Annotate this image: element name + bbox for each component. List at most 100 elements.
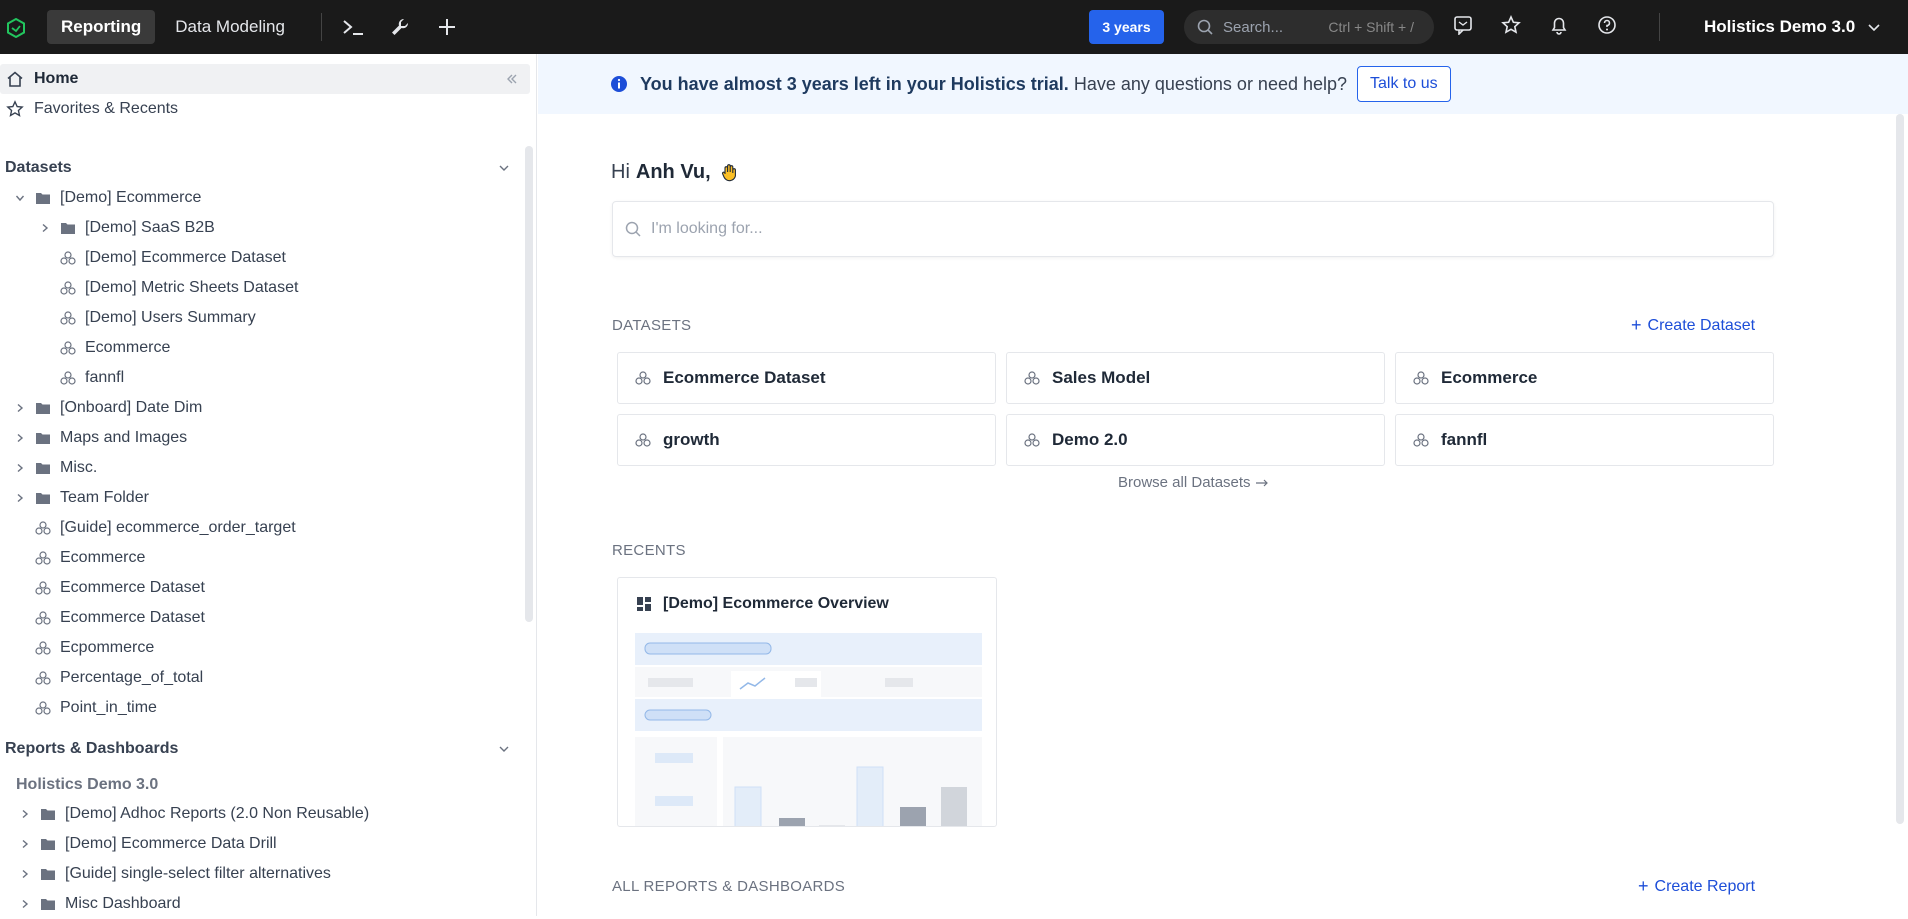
tree-item[interactable]: Misc Dashboard bbox=[18, 889, 181, 919]
caret-right-icon[interactable] bbox=[13, 403, 27, 413]
tree-item-label: [Guide] ecommerce_order_target bbox=[60, 519, 296, 536]
sidebar-item-label: Home bbox=[34, 70, 79, 87]
tree-item-label: Ecpommerce bbox=[60, 639, 155, 656]
search-icon bbox=[625, 221, 641, 237]
tree-item-label: Misc. bbox=[60, 459, 98, 476]
home-search-input[interactable] bbox=[612, 201, 1774, 257]
chevron-down-icon[interactable] bbox=[498, 162, 510, 174]
dataset-icon bbox=[60, 311, 76, 325]
tab-data-modeling[interactable]: Data Modeling bbox=[161, 10, 299, 44]
dataset-icon bbox=[35, 671, 51, 685]
datasets-section-title: DATASETS bbox=[612, 317, 692, 334]
sidebar: Home Favorites & Recents Datasets [Demo]… bbox=[0, 54, 537, 916]
tree-item[interactable]: Ecommerce Dataset bbox=[13, 573, 205, 603]
tab-reporting[interactable]: Reporting bbox=[47, 10, 156, 44]
home-search-field[interactable] bbox=[651, 220, 1651, 238]
star-icon[interactable] bbox=[1500, 14, 1522, 36]
caret-right-icon[interactable] bbox=[18, 809, 32, 819]
talk-to-us-button[interactable]: Talk to us bbox=[1357, 66, 1451, 102]
tree-item[interactable]: Ecommerce Dataset bbox=[13, 603, 205, 633]
caret-right-icon[interactable] bbox=[13, 493, 27, 503]
tree-item[interactable]: Maps and Images bbox=[13, 423, 187, 453]
tree-item[interactable]: Percentage_of_total bbox=[13, 663, 203, 693]
tree-item-label: Point_in_time bbox=[60, 699, 157, 716]
holistics-logo-icon[interactable] bbox=[7, 18, 25, 38]
tree-item-label: fannfl bbox=[85, 369, 125, 386]
datasets-section-header[interactable]: Datasets bbox=[5, 153, 510, 183]
reports-section-header[interactable]: Reports & Dashboards bbox=[5, 734, 510, 764]
tree-item[interactable]: Point_in_time bbox=[13, 693, 157, 723]
tree-item[interactable]: [Guide] ecommerce_order_target bbox=[13, 513, 296, 543]
tree-item[interactable]: Ecpommerce bbox=[13, 633, 154, 663]
dataset-icon bbox=[35, 701, 51, 715]
tree-item[interactable]: [Demo] Adhoc Reports (2.0 Non Reusable) bbox=[18, 799, 369, 829]
chevron-down-icon[interactable] bbox=[498, 743, 510, 755]
tree-item[interactable]: [Guide] single-select filter alternative… bbox=[18, 859, 331, 889]
banner-message: You have almost 3 years left in your Hol… bbox=[640, 74, 1347, 95]
caret-right-icon[interactable] bbox=[13, 433, 27, 443]
global-search-input[interactable]: Search... Ctrl + Shift + / bbox=[1184, 10, 1434, 44]
tree-item-label: [Guide] single-select filter alternative… bbox=[65, 865, 331, 882]
tree-item[interactable]: [Onboard] Date Dim bbox=[13, 393, 202, 423]
dataset-card[interactable]: Demo 2.0 bbox=[1006, 414, 1385, 466]
create-dataset-link[interactable]: + Create Dataset bbox=[1631, 315, 1755, 336]
dataset-card[interactable]: growth bbox=[617, 414, 996, 466]
caret-right-icon[interactable] bbox=[18, 839, 32, 849]
caret-right-icon[interactable] bbox=[18, 869, 32, 879]
tree-item[interactable]: [Demo] Ecommerce bbox=[13, 183, 201, 213]
trial-banner: You have almost 3 years left in your Hol… bbox=[538, 54, 1908, 114]
trial-badge[interactable]: 3 years bbox=[1089, 10, 1164, 44]
create-report-label: Create Report bbox=[1654, 877, 1756, 895]
dataset-card[interactable]: Sales Model bbox=[1006, 352, 1385, 404]
sidebar-item-favorites[interactable]: Favorites & Recents bbox=[0, 94, 178, 124]
terminal-icon[interactable] bbox=[342, 16, 364, 38]
main-scrollbar[interactable] bbox=[1896, 114, 1904, 824]
tree-item[interactable]: Ecommerce bbox=[13, 543, 145, 573]
create-dataset-label: Create Dataset bbox=[1647, 316, 1756, 334]
tree-item-label: [Onboard] Date Dim bbox=[60, 399, 203, 416]
greeting-text: Hi bbox=[611, 161, 630, 183]
dataset-card-label: Ecommerce bbox=[1441, 368, 1538, 387]
caret-right-icon[interactable] bbox=[38, 223, 52, 233]
home-icon bbox=[6, 70, 24, 88]
wrench-icon[interactable] bbox=[389, 16, 411, 38]
caret-right-icon[interactable] bbox=[13, 463, 27, 473]
feedback-icon[interactable] bbox=[1452, 14, 1474, 36]
help-icon[interactable] bbox=[1596, 14, 1618, 36]
caret-right-icon[interactable] bbox=[18, 899, 32, 909]
tree-item[interactable]: [Demo] Ecommerce Dataset bbox=[38, 243, 286, 273]
recent-card[interactable]: [Demo] Ecommerce Overview bbox=[617, 577, 997, 827]
tree-item[interactable]: Team Folder bbox=[13, 483, 149, 513]
sidebar-item-home[interactable]: Home bbox=[0, 64, 530, 94]
navbar-divider bbox=[320, 13, 322, 41]
caret-down-icon[interactable] bbox=[13, 193, 27, 203]
dataset-card[interactable]: Ecommerce bbox=[1395, 352, 1774, 404]
bell-icon[interactable] bbox=[1548, 14, 1570, 36]
tree-item[interactable]: [Demo] Ecommerce Data Drill bbox=[18, 829, 277, 859]
account-name: Holistics Demo 3.0 bbox=[1704, 17, 1856, 36]
tree-item-label: Ecommerce Dataset bbox=[60, 609, 205, 626]
main-content: You have almost 3 years left in your Hol… bbox=[538, 54, 1908, 916]
collapse-sidebar-icon[interactable] bbox=[506, 73, 518, 85]
tree-item-label: Misc Dashboard bbox=[65, 895, 181, 912]
section-title: Reports & Dashboards bbox=[5, 740, 179, 757]
sidebar-scrollbar[interactable] bbox=[525, 146, 533, 622]
account-menu[interactable]: Holistics Demo 3.0 bbox=[1704, 0, 1881, 54]
create-report-link[interactable]: + Create Report bbox=[1638, 876, 1755, 897]
star-icon bbox=[6, 100, 24, 118]
dataset-icon bbox=[60, 341, 76, 355]
browse-all-datasets-link[interactable]: Browse all Datasets bbox=[1118, 474, 1269, 491]
dataset-card[interactable]: Ecommerce Dataset bbox=[617, 352, 996, 404]
plus-icon[interactable] bbox=[436, 16, 458, 38]
tree-item[interactable]: Misc. bbox=[13, 453, 97, 483]
tree-item[interactable]: fannfl bbox=[38, 363, 124, 393]
recent-card-title: [Demo] Ecommerce Overview bbox=[663, 595, 889, 612]
dataset-card[interactable]: fannfl bbox=[1395, 414, 1774, 466]
sidebar-item-label: Favorites & Recents bbox=[34, 100, 179, 117]
tree-item[interactable]: Ecommerce bbox=[38, 333, 170, 363]
tree-item[interactable]: [Demo] Metric Sheets Dataset bbox=[38, 273, 298, 303]
dataset-icon bbox=[1024, 371, 1040, 385]
tree-item[interactable]: [Demo] Users Summary bbox=[38, 303, 256, 333]
tree-item[interactable]: [Demo] SaaS B2B bbox=[38, 213, 215, 243]
arrow-right-icon bbox=[1255, 478, 1269, 488]
